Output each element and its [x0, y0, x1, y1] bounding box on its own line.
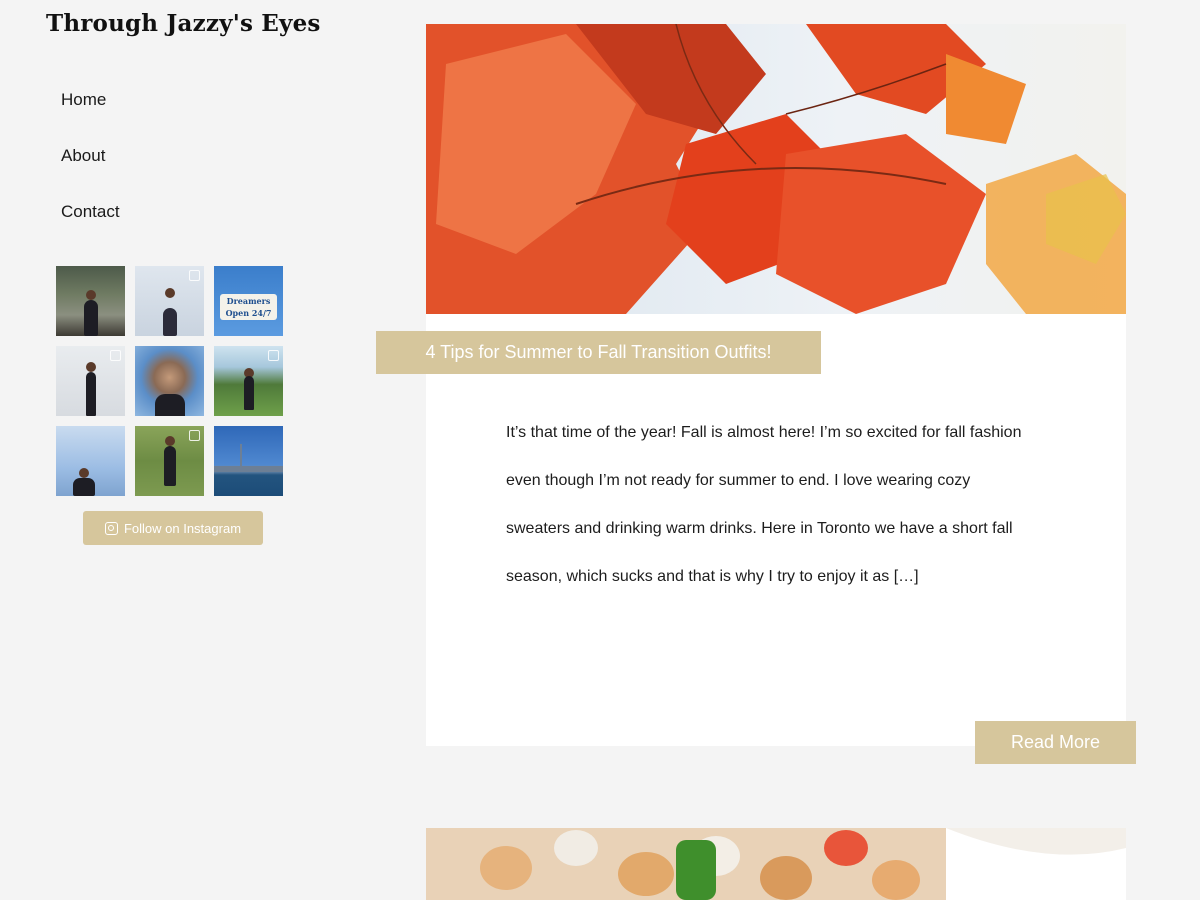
sign-text-line1: Dreamers — [226, 296, 271, 306]
person-figure — [162, 308, 177, 336]
instagram-post-thumbnail[interactable] — [56, 266, 125, 336]
instagram-post-thumbnail[interactable] — [56, 346, 125, 416]
follow-on-instagram-button[interactable]: Follow on Instagram — [83, 511, 263, 545]
person-figure — [163, 446, 176, 486]
next-post-featured-image[interactable] — [426, 828, 1126, 900]
read-more-button[interactable]: Read More — [975, 721, 1136, 764]
person-figure — [83, 300, 98, 336]
person-figure — [243, 376, 254, 410]
instagram-post-thumbnail[interactable] — [214, 426, 283, 496]
nav-item-contact[interactable]: Contact — [61, 200, 120, 256]
post-excerpt: It’s that time of the year! Fall is almo… — [506, 424, 1022, 585]
person-head — [85, 290, 96, 300]
instagram-post-thumbnail[interactable] — [135, 266, 204, 336]
gallery-icon — [189, 270, 200, 281]
nav-item-about[interactable]: About — [61, 144, 120, 200]
post-title-link[interactable]: 4 Tips for Summer to Fall Transition Out… — [376, 331, 821, 374]
instagram-post-thumbnail[interactable] — [135, 346, 204, 416]
person-figure — [85, 372, 96, 416]
gallery-icon — [110, 350, 121, 361]
autumn-maple-leaves-image — [426, 24, 1126, 314]
person-head — [164, 436, 175, 446]
instagram-post-thumbnail[interactable] — [214, 346, 283, 416]
sign-text-line2: Open 24/7 — [225, 308, 272, 318]
instagram-post-thumbnail[interactable]: Dreamers Open 24/7 — [214, 266, 283, 336]
person-figure — [154, 394, 185, 416]
person-figure — [72, 478, 95, 496]
gallery-icon — [189, 430, 200, 441]
instagram-icon — [104, 521, 118, 535]
dreamers-sign: Dreamers Open 24/7 — [220, 294, 277, 320]
instagram-post-thumbnail[interactable] — [135, 426, 204, 496]
follow-on-instagram-label: Follow on Instagram — [123, 520, 242, 536]
nav-item-home[interactable]: Home — [61, 88, 120, 144]
instagram-post-thumbnail[interactable] — [56, 426, 125, 496]
person-head — [78, 468, 89, 478]
city-skyline-shape — [214, 466, 283, 472]
instagram-feed-grid: Dreamers Open 24/7 — [56, 266, 286, 496]
person-head — [164, 288, 175, 298]
gallery-icon — [268, 350, 279, 361]
pasta-salad-image — [426, 828, 1126, 900]
post-featured-image[interactable] — [426, 24, 1126, 314]
site-title[interactable]: Through Jazzy's Eyes — [46, 10, 321, 37]
main-nav: Home About Contact — [61, 88, 120, 256]
person-head — [85, 362, 96, 372]
page: Through Jazzy's Eyes Home About Contact … — [0, 0, 1200, 900]
